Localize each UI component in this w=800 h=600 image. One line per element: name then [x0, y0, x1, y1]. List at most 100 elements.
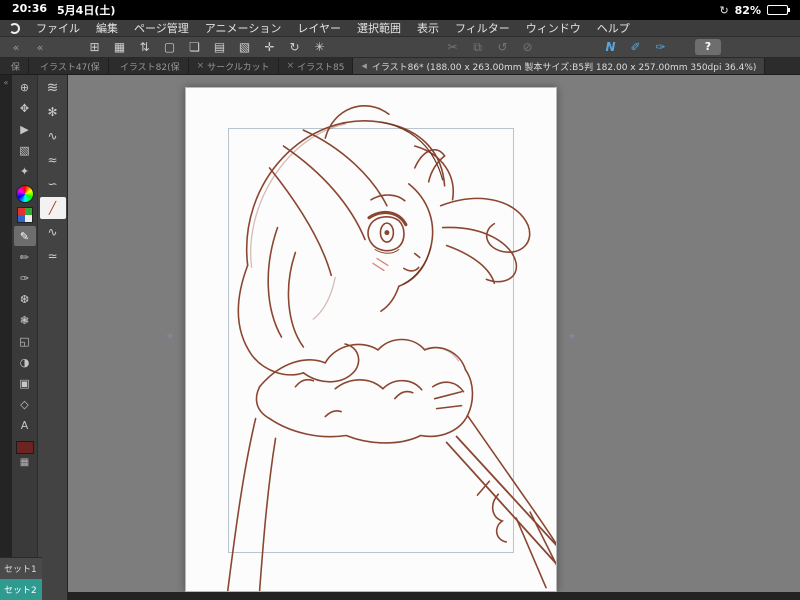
palette-collapse-icon[interactable]: «: [4, 78, 9, 87]
menu-help[interactable]: ヘルプ: [589, 20, 638, 36]
menu-animation[interactable]: アニメーション: [197, 20, 290, 36]
subtool-pen-3[interactable]: ∽: [40, 173, 66, 195]
menu-view[interactable]: 表示: [409, 20, 447, 36]
active-tab-label: イラスト86* (188.00 x 263.00mm 製本サイズ:B5判 182…: [371, 62, 757, 73]
menu-bar: ファイル 編集 ページ管理 アニメーション レイヤー 選択範囲 表示 フィルター ウィンドウ ヘル…: [0, 20, 800, 37]
tools-top-group: ⊕ ✥ ▶ ▧ ✦: [14, 77, 36, 181]
tool-palette: ⊕ ✥ ▶ ▧ ✦ ✎ ✏ ✑ ❆ ❃ ◱ ◑ ▣ ◇ A ▦: [12, 75, 38, 600]
menu-layer[interactable]: レイヤー: [289, 20, 349, 36]
bookmark-icon[interactable]: ▤: [207, 40, 232, 54]
app-window: 20:36 5月4日(土) ↻ 82% ファイル 編集 ページ管理 アニメーション レイ…: [0, 0, 800, 600]
tab-close-icon[interactable]: ×: [287, 61, 295, 71]
tab-partial[interactable]: 保: [0, 58, 30, 74]
reset-view-icon[interactable]: ✳: [307, 40, 332, 54]
tool-eraser[interactable]: ◱: [14, 331, 36, 351]
collapse-left-icon[interactable]: «: [4, 41, 28, 54]
workspace-grid-icon[interactable]: ⊞: [82, 40, 107, 54]
document-page[interactable]: [185, 87, 557, 592]
selection-marquee-icon[interactable]: ▧: [232, 40, 257, 54]
menu-page-manage[interactable]: ページ管理: [126, 20, 197, 36]
toolbar-disabled-group: ✂ ⧉ ↺ ⊘: [440, 40, 540, 55]
menu-file[interactable]: ファイル: [28, 20, 88, 36]
subtool-settings-icon[interactable]: ✻: [40, 101, 66, 123]
tool-select[interactable]: ▧: [14, 140, 36, 160]
tab-label: 保: [11, 62, 21, 73]
material-set-tabs: セット1 セット2: [0, 557, 42, 600]
status-time: 20:36: [12, 2, 48, 15]
subtool-pen-2[interactable]: ≈: [40, 149, 66, 171]
tab-illust47[interactable]: イラスト47(保: [29, 58, 109, 74]
main-area: « ⊕ ✥ ▶ ▧ ✦ ✎ ✏ ✑ ❆ ❃ ◱ ◑ ▣ ◇ A ▦ ≋ ✻ ∿ ≈ ∽ ╱ ∿ ≃ セット1 セット2: [0, 75, 800, 600]
battery-icon: [767, 5, 790, 15]
active-tab-indicator-icon: ◀: [361, 62, 367, 70]
tab-circlecut[interactable]: × サークルカット: [189, 58, 279, 74]
tool-operate[interactable]: ▶: [14, 119, 36, 139]
collapse-right-icon[interactable]: «: [28, 41, 52, 54]
tool-move[interactable]: ✥: [14, 98, 36, 118]
canvas-viewport[interactable]: + + + +: [68, 75, 800, 600]
copy-icon: ⧉: [473, 39, 482, 54]
tab-label: イラスト85: [297, 62, 345, 73]
tab-close-icon[interactable]: ×: [197, 61, 205, 71]
tool-zoom[interactable]: ⊕: [14, 77, 36, 97]
sub-tool-palette: ≋ ✻ ∿ ≈ ∽ ╱ ∿ ≃: [38, 75, 68, 600]
subtool-red-stroke[interactable]: ╱: [39, 197, 66, 219]
pen-slant-icon[interactable]: ✐: [623, 40, 648, 54]
move-canvas-icon[interactable]: ✛: [257, 40, 282, 54]
tool-decoration[interactable]: ❃: [14, 310, 36, 330]
tab-label: イラスト82(保: [119, 62, 180, 73]
tool-pencil[interactable]: ✏: [14, 247, 36, 267]
tool-pen[interactable]: ✎: [13, 226, 36, 246]
status-date: 5月4日(土): [57, 4, 116, 17]
color-set-icon[interactable]: [16, 207, 33, 223]
redo-icon: ⊘: [522, 40, 533, 54]
menu-edit[interactable]: 編集: [88, 20, 126, 36]
app-logo-icon[interactable]: [9, 22, 20, 34]
subtool-pen-5[interactable]: ≃: [40, 245, 66, 267]
tool-auto-select[interactable]: ✦: [14, 161, 36, 181]
menu-selection[interactable]: 選択範囲: [349, 20, 409, 36]
crop-mark-right: +: [567, 331, 577, 342]
new-page-icon[interactable]: ▢: [157, 40, 182, 54]
rotate-canvas-icon[interactable]: ↻: [282, 40, 307, 54]
panel-layout-icon[interactable]: ▦: [107, 40, 132, 54]
toolbar-draw-group: N ✐ ✑: [598, 40, 673, 54]
tool-airbrush[interactable]: ❆: [14, 289, 36, 309]
set-1-tab[interactable]: セット1: [0, 557, 42, 579]
menu-window[interactable]: ウィンドウ: [518, 20, 589, 36]
help-button[interactable]: ?: [695, 39, 721, 55]
polyline-tool-icon[interactable]: N: [598, 40, 623, 54]
cut-icon: ✂: [447, 40, 458, 54]
command-toolbar: « « ⊞ ▦ ⇅ ▢ ❏ ▤ ▧ ✛ ↻ ✳ ✂ ⧉ ↺ ⊘ N ✐ ✑ ?: [0, 37, 800, 58]
tool-fill[interactable]: ▣: [14, 373, 36, 393]
palette-edge-bar[interactable]: «: [0, 75, 12, 600]
tab-illust86-active[interactable]: ◀ イラスト86* (188.00 x 263.00mm 製本サイズ:B5判 1…: [353, 58, 766, 74]
size-stepper-icon[interactable]: ⇅: [132, 40, 157, 54]
canvas-bottom-bar: [68, 592, 800, 600]
menu-filter[interactable]: フィルター: [447, 20, 518, 36]
sketch-drawing: [226, 105, 556, 591]
tool-figure[interactable]: ◇: [14, 394, 36, 414]
tools-mid-group: ✎ ✏ ✑ ❆ ❃ ◱ ◑ ▣ ◇ A: [13, 226, 36, 435]
document-tab-bar: 保 イラスト47(保 イラスト82(保 × サークルカット × イラスト85 ◀…: [0, 58, 800, 75]
tool-brush[interactable]: ✑: [14, 268, 36, 288]
subtool-brush-strokes-icon[interactable]: ≋: [40, 77, 66, 99]
color-wheel-icon[interactable]: [15, 185, 34, 203]
inactive-tabs: 保 イラスト47(保 イラスト82(保 × サークルカット × イラスト85: [0, 58, 354, 74]
subtool-pen-4[interactable]: ∿: [40, 221, 66, 243]
tab-label: イラスト47(保: [40, 62, 100, 73]
battery-percent: 82%: [734, 3, 761, 17]
rotation-lock-icon: ↻: [719, 3, 729, 17]
tool-blend[interactable]: ◑: [14, 352, 36, 372]
subtool-pen-1[interactable]: ∿: [40, 125, 66, 147]
palette-grid-icon[interactable]: ▦: [20, 457, 29, 468]
tool-text[interactable]: A: [14, 415, 36, 435]
tab-illust85[interactable]: × イラスト85: [279, 58, 354, 74]
ipad-status-bar: 20:36 5月4日(土) ↻ 82%: [0, 0, 800, 20]
toolbar-main-group: ⊞ ▦ ⇅ ▢ ❏ ▤ ▧ ✛ ↻ ✳: [82, 40, 332, 54]
tab-illust82[interactable]: イラスト82(保: [109, 58, 189, 74]
duplicate-page-icon[interactable]: ❏: [182, 40, 207, 54]
pen-vertical-icon[interactable]: ✑: [648, 40, 673, 54]
set-2-tab[interactable]: セット2: [0, 579, 42, 600]
current-color-swatch[interactable]: [15, 441, 34, 454]
